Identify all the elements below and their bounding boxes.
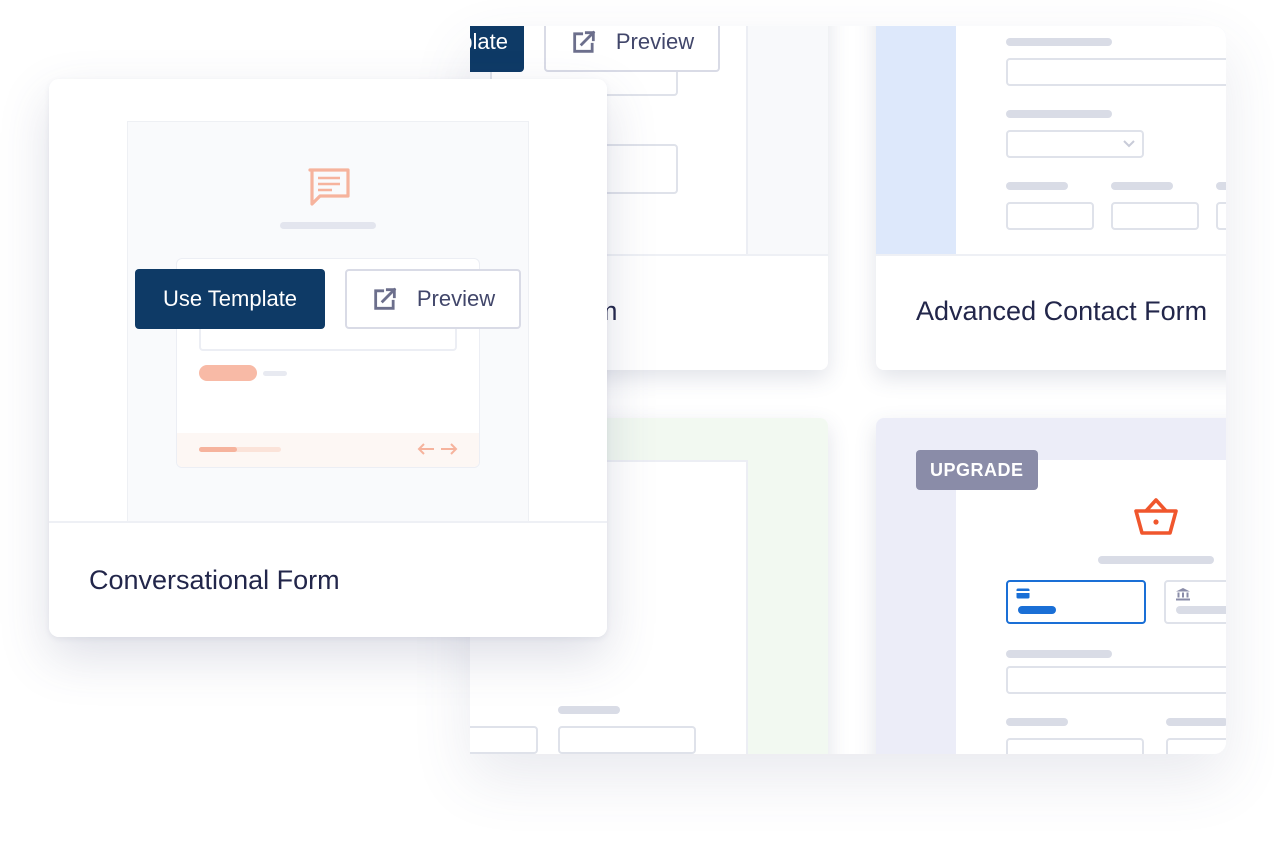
text-field-preview xyxy=(1006,58,1226,86)
card-footer: Advanced Contact Form xyxy=(876,254,1226,370)
use-template-button[interactable]: Use Template xyxy=(135,269,325,329)
preview-label: Preview xyxy=(416,286,496,311)
credit-card-icon xyxy=(1016,588,1030,599)
text-field-preview xyxy=(1166,738,1226,754)
template-preview xyxy=(876,26,1226,254)
template-card-conversational[interactable]: Use Template Preview Conversational Form xyxy=(49,79,607,637)
preview-label: Preview xyxy=(615,29,695,54)
card-footer: Conversational Form xyxy=(49,521,607,637)
label-bar xyxy=(1098,556,1214,564)
label-bar xyxy=(1006,38,1112,46)
form-preview-sheet xyxy=(956,26,1226,254)
title-bar xyxy=(280,222,376,229)
selected-bar xyxy=(1018,606,1056,614)
text-field-preview xyxy=(1216,202,1226,230)
external-link-icon xyxy=(573,30,596,53)
label-bar xyxy=(1111,182,1173,190)
chat-icon xyxy=(308,168,350,206)
text-field-preview xyxy=(1006,666,1226,694)
template-title: Conversational Form xyxy=(89,565,340,595)
ok-pill xyxy=(199,365,257,381)
template-card-advanced-contact[interactable]: Advanced Contact Form xyxy=(876,26,1226,370)
text-field-preview xyxy=(1006,738,1144,754)
chevron-down-icon xyxy=(1123,140,1135,148)
label-bar xyxy=(1216,182,1226,190)
template-preview: UPGRADE xyxy=(876,418,1226,754)
bank-icon xyxy=(1176,588,1190,601)
credit-card-option[interactable] xyxy=(1006,580,1146,624)
label-bar xyxy=(1166,718,1226,726)
basket-icon xyxy=(1134,498,1178,535)
arrow-right-icon[interactable] xyxy=(440,442,458,456)
upgrade-badge: UPGRADE xyxy=(916,450,1038,490)
text-field-preview xyxy=(1111,202,1199,230)
select-field-preview xyxy=(1006,130,1144,158)
form-preview-sheet xyxy=(956,460,1226,754)
text-field-preview xyxy=(1006,202,1094,230)
text-field-preview xyxy=(470,726,538,754)
template-title: Advanced Contact Form xyxy=(916,296,1208,326)
label-bar xyxy=(1006,110,1112,118)
preview-button[interactable]: Preview xyxy=(544,26,720,72)
template-preview: Use Template Preview xyxy=(49,79,607,521)
label-bar xyxy=(1006,650,1112,658)
preview-button[interactable]: Preview xyxy=(345,269,521,329)
arrow-left-icon[interactable] xyxy=(417,442,435,456)
text-field-preview xyxy=(558,726,696,754)
label-bar xyxy=(1006,182,1068,190)
template-card-payment[interactable]: UPGRADE xyxy=(876,418,1226,754)
label-bar xyxy=(558,706,620,714)
label-bar xyxy=(1006,718,1068,726)
bank-option[interactable] xyxy=(1164,580,1226,624)
external-link-icon xyxy=(374,287,397,310)
progress-fill xyxy=(199,447,237,452)
use-template-label: Use Template xyxy=(162,286,298,311)
progress-track xyxy=(199,447,281,452)
use-template-button[interactable]: plate xyxy=(470,26,524,72)
label-bar xyxy=(1176,606,1226,614)
use-template-label: plate xyxy=(470,29,508,54)
progress-footer xyxy=(177,433,479,467)
hint-bar xyxy=(263,371,287,376)
